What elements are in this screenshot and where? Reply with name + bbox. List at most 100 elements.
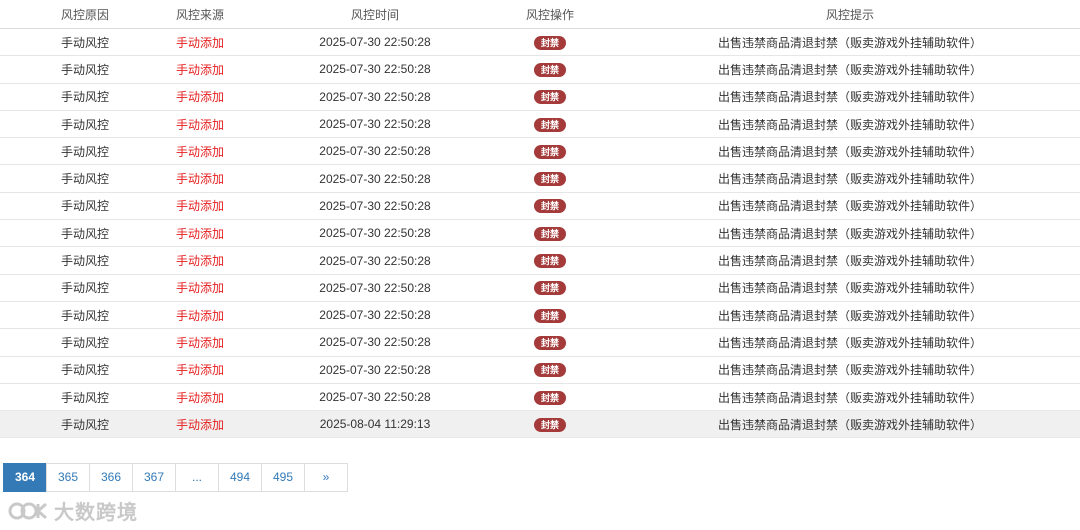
ban-badge[interactable]: 封禁 [533,90,566,105]
cell-reason: 手动风控 [60,390,109,405]
cell-reason: 手动风控 [60,335,109,350]
table-row: 手动风控 手动添加 2025-07-30 22:50:28 封禁 出售违禁商品清退封禁（… [0,302,1080,330]
cell-source: 手动添加 [175,144,224,159]
ban-badge[interactable]: 封禁 [533,417,566,432]
cell-source: 手动添加 [175,62,224,77]
cell-action: 封禁 [520,417,580,432]
table-row: 手动风控 手动添加 2025-07-30 22:50:28 封禁 出售违禁商品清退封禁（… [0,138,1080,166]
cell-action: 封禁 [520,144,580,159]
ban-badge[interactable]: 封禁 [533,363,566,378]
table-row: 手动风控 手动添加 2025-08-04 11:29:13 封禁 出售违禁商品清退封禁（… [0,411,1080,439]
table-row: 手动风控 手动添加 2025-07-30 22:50:28 封禁 出售违禁商品清退封禁（… [0,384,1080,412]
cell-source: 手动添加 [175,417,224,432]
ban-badge[interactable]: 封禁 [533,308,566,323]
cell-reason: 手动风控 [60,363,109,378]
ban-badge[interactable]: 封禁 [533,254,566,269]
cell-source: 手动添加 [175,172,224,187]
page-button[interactable]: 366 [89,463,133,492]
cell-hint: 出售违禁商品清退封禁（贩卖游戏外挂辅助软件） [717,117,982,132]
header-action: 风控操作 [525,7,574,22]
cell-hint: 出售违禁商品清退封禁（贩卖游戏外挂辅助软件） [717,417,982,432]
ban-badge[interactable]: 封禁 [533,117,566,132]
cell-action: 封禁 [520,253,580,269]
table-row: 手动风控 手动添加 2025-07-30 22:50:28 封禁 出售违禁商品清退封禁（… [0,275,1080,302]
cell-hint: 出售违禁商品清退封禁（贩卖游戏外挂辅助软件） [717,390,982,405]
cell-reason: 手动风控 [60,144,109,159]
cell-action: 封禁 [520,171,580,187]
cell-time: 2025-07-30 22:50:28 [319,35,431,50]
cell-hint: 出售违禁商品清退封禁（贩卖游戏外挂辅助软件） [717,308,982,323]
cell-time: 2025-07-30 22:50:28 [319,198,431,213]
table-header: 风控原因 风控来源 风控时间 风控操作 风控提示 [0,0,1080,29]
cell-time: 2025-07-30 22:50:28 [319,253,431,268]
cell-time: 2025-07-30 22:50:28 [319,117,431,132]
cell-reason: 手动风控 [60,35,109,50]
header-reason: 风控原因 [60,7,109,22]
cell-source: 手动添加 [175,363,224,378]
table-body: 手动风控 手动添加 2025-07-30 22:50:28 封禁 出售违禁商品清退封禁（… [0,29,1080,439]
table-row: 手动风控 手动添加 2025-07-30 22:50:28 封禁 出售违禁商品清退封禁（… [0,193,1080,221]
page-button[interactable]: 494 [218,463,262,492]
ban-badge[interactable]: 封禁 [533,144,566,159]
cell-source: 手动添加 [175,117,224,132]
cell-action: 封禁 [520,89,580,105]
cell-reason: 手动风控 [60,281,109,296]
ban-badge[interactable]: 封禁 [533,35,566,50]
cell-action: 封禁 [520,62,580,77]
table-row: 手动风控 手动添加 2025-07-30 22:50:28 封禁 出售违禁商品清退封禁（… [0,247,1080,275]
cell-source: 手动添加 [175,281,224,296]
cell-time: 2025-07-30 22:50:28 [319,62,431,77]
ban-badge[interactable]: 封禁 [533,335,566,350]
cell-action: 封禁 [520,280,580,296]
table-row: 手动风控 手动添加 2025-07-30 22:50:28 封禁 出售违禁商品清退封禁（… [0,111,1080,139]
watermark: 大数跨境 [8,496,138,525]
cell-source: 手动添加 [175,35,224,50]
cell-action: 封禁 [520,35,580,50]
ban-badge[interactable]: 封禁 [533,281,566,296]
pagination: 364 365 366 367... 494 495» [3,463,348,492]
cell-action: 封禁 [520,198,580,214]
cell-source: 手动添加 [175,90,224,105]
cell-hint: 出售违禁商品清退封禁（贩卖游戏外挂辅助软件） [717,226,982,241]
cell-reason: 手动风控 [60,417,109,432]
cell-reason: 手动风控 [60,199,109,214]
cell-time: 2025-07-30 22:50:28 [319,144,431,159]
cell-action: 封禁 [520,390,580,405]
cell-time: 2025-07-30 22:50:28 [319,280,431,295]
cell-source: 手动添加 [175,390,224,405]
cell-time: 2025-07-30 22:50:28 [319,308,431,323]
cell-hint: 出售违禁商品清退封禁（贩卖游戏外挂辅助软件） [717,363,982,378]
cell-hint: 出售违禁商品清退封禁（贩卖游戏外挂辅助软件） [717,144,982,159]
cell-reason: 手动风控 [60,90,109,105]
cell-action: 封禁 [520,362,580,378]
cell-hint: 出售违禁商品清退封禁（贩卖游戏外挂辅助软件） [717,90,982,105]
cell-hint: 出售违禁商品清退封禁（贩卖游戏外挂辅助软件） [717,335,982,350]
page-button[interactable]: 365 [46,463,90,492]
cell-time: 2025-07-30 22:50:28 [319,362,431,377]
page-button[interactable]: 367 [132,463,176,492]
brand-logo-icon [8,502,47,519]
ban-badge[interactable]: 封禁 [533,226,566,241]
cell-reason: 手动风控 [60,254,109,269]
table-row: 手动风控 手动添加 2025-07-30 22:50:28 封禁 出售违禁商品清退封禁（… [0,329,1080,357]
page-ellipsis: ... [175,463,219,492]
watermark-text: 大数跨境 [54,502,138,524]
table-row: 手动风控 手动添加 2025-07-30 22:50:28 封禁 出售违禁商品清退封禁（… [0,56,1080,84]
risk-control-table: 风控原因 风控来源 风控时间 风控操作 风控提示 手动风控 手动添加 2025-07… [0,0,1080,439]
ban-badge[interactable]: 封禁 [533,172,566,187]
cell-time: 2025-07-30 22:50:28 [319,89,431,104]
cell-hint: 出售违禁商品清退封禁（贩卖游戏外挂辅助软件） [717,199,982,214]
ban-badge[interactable]: 封禁 [533,62,566,77]
ban-badge[interactable]: 封禁 [533,199,566,214]
cell-hint: 出售违禁商品清退封禁（贩卖游戏外挂辅助软件） [717,254,982,269]
page-button[interactable]: 495 [261,463,305,492]
cell-action: 封禁 [520,226,580,241]
page-next-button[interactable]: » [304,463,348,492]
cell-source: 手动添加 [175,226,224,241]
page-button[interactable]: 364 [3,463,47,492]
cell-reason: 手动风控 [60,62,109,77]
cell-action: 封禁 [520,308,580,323]
cell-time: 2025-07-30 22:50:28 [319,390,431,404]
ban-badge[interactable]: 封禁 [533,390,566,405]
cell-action: 封禁 [520,117,580,132]
